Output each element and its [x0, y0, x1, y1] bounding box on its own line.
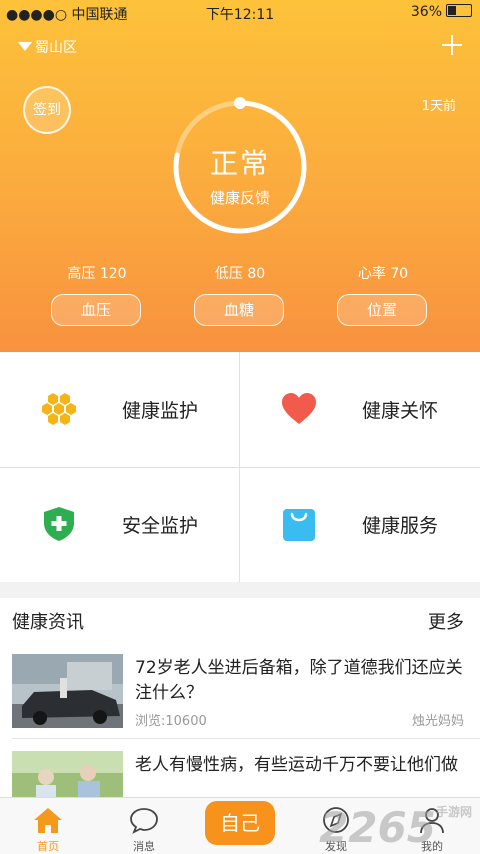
add-icon[interactable]	[440, 33, 464, 57]
feedback-label: 健康反馈	[209, 189, 270, 207]
metric-value: 120	[99, 266, 127, 282]
metric-value: 80	[247, 266, 266, 282]
battery-indicator: 36%	[411, 4, 472, 20]
news-author: 烛光妈妈	[411, 714, 464, 729]
metric-label: 心率	[357, 266, 386, 282]
honeycomb-icon	[42, 393, 76, 425]
home-icon	[34, 808, 62, 833]
news-thumbnail[interactable]	[12, 654, 123, 728]
battery-icon	[446, 4, 472, 17]
header: ●●●●○ 中国联通 下午12:11 36% 蜀山区 签到 1天前 正常 健康反…	[0, 0, 480, 352]
metric-label: 低压	[214, 266, 243, 282]
heart-icon	[282, 393, 316, 424]
metric-systolic: 高压 120	[37, 263, 157, 283]
battery-percent: 36%	[410, 4, 442, 20]
caret-down-icon	[18, 42, 32, 51]
feature-label: 健康服务	[362, 515, 439, 537]
news-heading: 健康资讯	[12, 612, 84, 633]
blood-sugar-button[interactable]: 血糖	[194, 294, 284, 326]
metric-heart-rate: 心率 70	[323, 263, 443, 283]
news-more-link[interactable]: 更多	[428, 608, 464, 634]
metric-value: 70	[390, 266, 409, 282]
watermark-logo: 2265手游网	[319, 803, 472, 852]
watermark-text: 2265	[319, 803, 436, 852]
news-section: 健康资讯 更多 72岁老人坐进后备箱，除了道德我们还应关注什么？ 浏览:1060…	[0, 598, 480, 825]
shield-plus-icon	[44, 507, 74, 541]
updated-time: 1天前	[421, 99, 456, 114]
news-item[interactable]: 72岁老人坐进后备箱，除了道德我们还应关注什么？ 浏览:10600 烛光妈妈	[0, 654, 480, 746]
chat-bubble-icon	[130, 808, 158, 834]
clock: 下午12:11	[205, 7, 275, 23]
metric-label: 高压	[67, 266, 96, 282]
feature-safety-monitoring[interactable]: 安全监护	[0, 467, 240, 582]
blood-pressure-button[interactable]: 血压	[51, 294, 141, 326]
news-divider	[12, 738, 480, 739]
ring-knob	[234, 97, 246, 109]
tab-home[interactable]: 首页	[0, 798, 96, 854]
tab-label: 消息	[133, 840, 155, 853]
news-views: 浏览:10600	[135, 714, 207, 729]
checkin-button[interactable]: 签到	[23, 86, 71, 134]
ring-text: 正常 健康反馈	[170, 147, 310, 208]
feature-grid: 健康监护 健康关怀 安全监护 健康服务	[0, 352, 480, 582]
feature-label: 健康关怀	[362, 400, 439, 422]
tab-label: 首页	[37, 840, 59, 853]
feature-health-care[interactable]: 健康关怀	[240, 352, 480, 467]
feature-label: 安全监护	[122, 515, 199, 537]
news-title[interactable]: 72岁老人坐进后备箱，除了道德我们还应关注什么？	[135, 656, 470, 706]
feature-health-monitoring[interactable]: 健康监护	[0, 352, 240, 467]
location-label: 蜀山区	[35, 40, 77, 56]
metric-diastolic: 低压 80	[180, 263, 300, 283]
grid-divider	[0, 467, 480, 468]
location-selector[interactable]: 蜀山区	[18, 37, 77, 57]
self-button[interactable]: 自己	[205, 801, 275, 845]
shopping-bag-icon	[283, 509, 315, 541]
status-label: 正常	[209, 147, 270, 180]
feature-label: 健康监护	[122, 400, 199, 422]
feature-health-service[interactable]: 健康服务	[240, 467, 480, 582]
news-title[interactable]: 老人有慢性病，有些运动千万不要让他们做	[135, 753, 470, 778]
status-bar: ●●●●○ 中国联通 下午12:11 36%	[0, 0, 480, 24]
location-button[interactable]: 位置	[337, 294, 427, 326]
watermark-sub: 手游网	[435, 805, 472, 819]
tab-messages[interactable]: 消息	[96, 798, 192, 854]
